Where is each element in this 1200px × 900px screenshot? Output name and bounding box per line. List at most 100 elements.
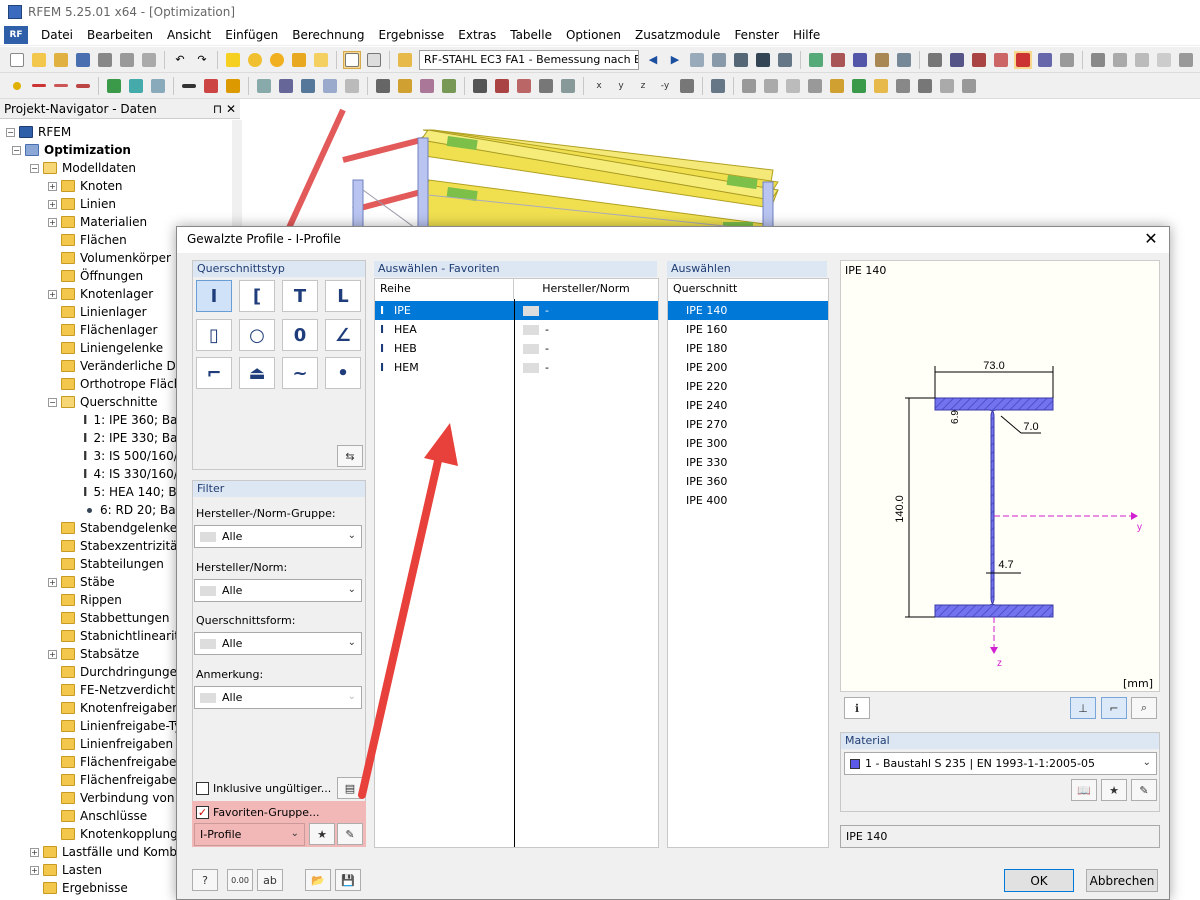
module-combo[interactable]: RF-STAHL EC3 FA1 - Bemessung nach E: [419, 49, 639, 70]
prev-icon[interactable]: ◀: [644, 51, 662, 69]
favorite-row[interactable]: I HEA -: [375, 320, 658, 339]
tree-item[interactable]: Liniengelenke: [48, 339, 163, 357]
model-viewport[interactable]: [243, 100, 1200, 230]
group-select[interactable]: Alle ⌄: [194, 525, 362, 548]
tree-item[interactable]: Flächenfreigabe-Ty: [48, 753, 192, 771]
section-row[interactable]: IPE 360: [668, 472, 828, 491]
open-folder-icon[interactable]: 📂: [305, 869, 331, 891]
t-section-button[interactable]: T: [282, 280, 318, 312]
grid4-icon[interactable]: [418, 77, 436, 95]
inklusive-checkbox[interactable]: [196, 782, 209, 795]
tree-item[interactable]: Stabteilungen: [48, 555, 164, 573]
circle-hollow-button[interactable]: ○: [239, 319, 275, 351]
show-axes-icon[interactable]: ⌐: [1101, 697, 1127, 719]
tree-item[interactable]: I 2: IPE 330; Baus: [70, 429, 191, 447]
section-row[interactable]: IPE 400: [668, 491, 828, 510]
tree-item[interactable]: Orthotrope Flächen: [48, 375, 196, 393]
form-select[interactable]: Alle ⌄: [194, 632, 362, 655]
print-report-icon[interactable]: [140, 51, 158, 69]
results2-icon[interactable]: [710, 51, 728, 69]
mesh2-icon[interactable]: [948, 51, 966, 69]
display2-icon[interactable]: [277, 77, 295, 95]
load-icon[interactable]: [180, 77, 198, 95]
print-graphic-icon[interactable]: [118, 51, 136, 69]
view2-icon[interactable]: [829, 51, 847, 69]
edit-favorite-icon[interactable]: ✎: [337, 823, 363, 845]
tree-item[interactable]: Durchdringungen: [48, 663, 185, 681]
section-row[interactable]: IPE 200: [668, 358, 828, 377]
favorites-group-select[interactable]: I-Profile ⌄: [194, 823, 305, 846]
tree-item[interactable]: Rippen: [48, 591, 122, 609]
expand-icon[interactable]: −: [48, 397, 57, 407]
tree-item[interactable]: Öffnungen: [48, 267, 143, 285]
col-reihe[interactable]: Reihe: [375, 279, 514, 299]
close-icon[interactable]: ✕: [1141, 230, 1161, 250]
edit-material-icon[interactable]: ✎: [1131, 779, 1157, 801]
view5-icon[interactable]: [895, 51, 913, 69]
check5-icon[interactable]: [559, 77, 577, 95]
menu-ergebnisse[interactable]: Ergebnisse: [372, 28, 452, 42]
section-row[interactable]: IPE 300: [668, 434, 828, 453]
expand-icon[interactable]: −: [12, 145, 21, 155]
rfem-logo-icon[interactable]: RF: [4, 25, 28, 44]
z-section-button[interactable]: ⌐: [196, 357, 232, 389]
line-icon[interactable]: [30, 77, 48, 95]
tool3-icon[interactable]: [1133, 51, 1151, 69]
view3-icon[interactable]: [851, 51, 869, 69]
member-icon[interactable]: [74, 77, 92, 95]
tree-item[interactable]: Stabexzentrizitäten: [48, 537, 197, 555]
expand-icon[interactable]: −: [30, 163, 39, 173]
help-icon[interactable]: ?: [192, 869, 218, 891]
tool-icon[interactable]: [1089, 51, 1107, 69]
i-section-button[interactable]: I: [196, 280, 232, 312]
rect-hollow-button[interactable]: ▯: [196, 319, 232, 351]
load2-icon[interactable]: [202, 77, 220, 95]
search-icon[interactable]: [246, 51, 264, 69]
open-icon[interactable]: [30, 51, 48, 69]
menu-hilfe[interactable]: Hilfe: [786, 28, 827, 42]
oval-hollow-button[interactable]: 0: [282, 319, 318, 351]
tree-item[interactable]: + Linien: [48, 195, 116, 213]
tree-item[interactable]: Linienfreigabe-Typ: [48, 717, 189, 735]
rail-section-button[interactable]: ⏏: [239, 357, 275, 389]
section-list[interactable]: Querschnitt ^ IPE 140 IPE 160 IPE 180 IPE 20…: [667, 278, 829, 848]
module-icon[interactable]: [396, 51, 414, 69]
tree-item[interactable]: Stabendgelenke: [48, 519, 177, 537]
results3-icon[interactable]: [732, 51, 750, 69]
node-icon[interactable]: [8, 77, 26, 95]
tree-project[interactable]: − Optimization: [12, 141, 131, 159]
display5-icon[interactable]: [343, 77, 361, 95]
section-row[interactable]: IPE 270: [668, 415, 828, 434]
tool4-icon[interactable]: [1155, 51, 1173, 69]
tree-item[interactable]: + Lastfälle und Kombina: [30, 843, 195, 861]
favorite-row[interactable]: I HEB -: [375, 339, 658, 358]
mesh4-icon[interactable]: [992, 51, 1010, 69]
expand-icon[interactable]: +: [48, 577, 57, 587]
grid-icon[interactable]: [365, 51, 383, 69]
ruler4-icon[interactable]: [806, 77, 824, 95]
tree-item[interactable]: + Materialien: [48, 213, 147, 231]
display-icon[interactable]: [255, 77, 273, 95]
expand-icon[interactable]: −: [6, 127, 15, 137]
save-icon[interactable]: [74, 51, 92, 69]
unequal-angle-button[interactable]: ∠: [325, 319, 361, 351]
save-profile-icon[interactable]: 💾: [335, 869, 361, 891]
ok-button[interactable]: OK: [1004, 869, 1074, 892]
redo-icon[interactable]: ↷: [193, 51, 211, 69]
col-hersteller[interactable]: Hersteller/Norm: [514, 279, 658, 299]
section-row[interactable]: IPE 240: [668, 396, 828, 415]
expand-icon[interactable]: +: [30, 847, 39, 857]
axis-neg-y-icon[interactable]: -y: [656, 77, 674, 95]
new-file-icon[interactable]: [8, 51, 26, 69]
tree-item[interactable]: I 1: IPE 360; Baus: [70, 411, 191, 429]
units-icon[interactable]: ab: [257, 869, 283, 891]
results5-icon[interactable]: [776, 51, 794, 69]
tree-item[interactable]: Flächenlager: [48, 321, 157, 339]
tree-item[interactable]: Ergebnisse: [30, 879, 128, 897]
mesh7-icon[interactable]: [1058, 51, 1076, 69]
ruler8-icon[interactable]: [894, 77, 912, 95]
target2-icon[interactable]: [290, 51, 308, 69]
round-bar-button[interactable]: •: [325, 357, 361, 389]
favoriten-checkbox[interactable]: ✓: [196, 806, 209, 819]
menu-tabelle[interactable]: Tabelle: [503, 28, 559, 42]
